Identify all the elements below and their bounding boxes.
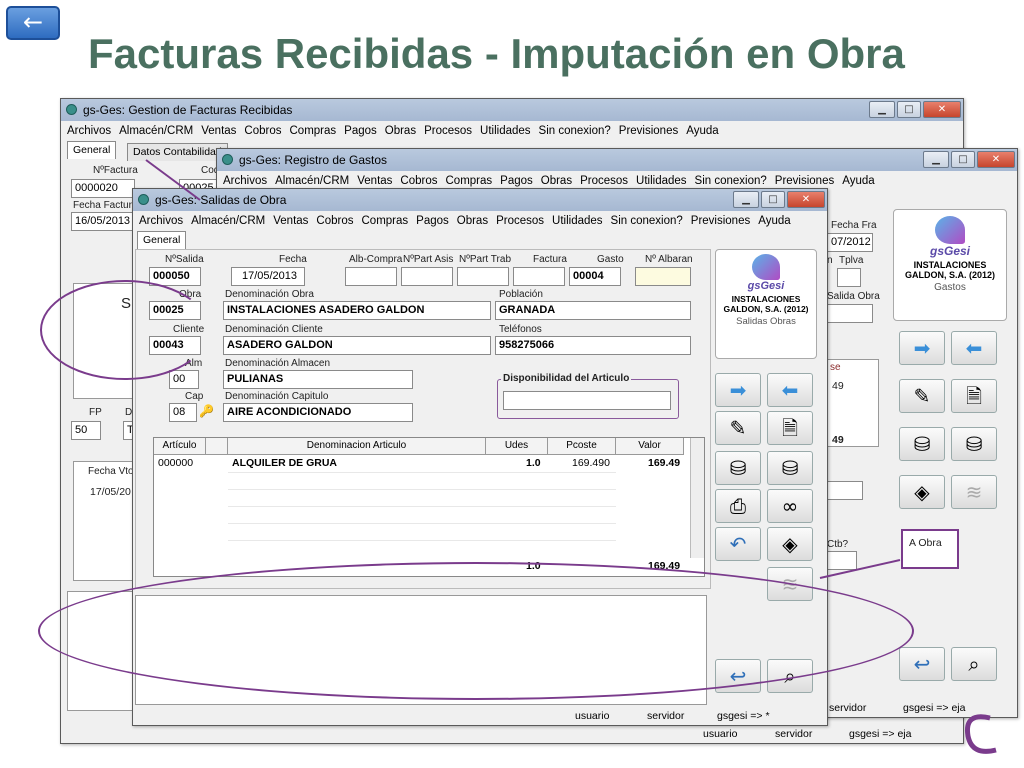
callout-line-aobra — [819, 559, 901, 579]
callout-line-tab — [145, 159, 201, 201]
corner-swirl-icon — [964, 714, 997, 754]
callout-lines — [145, 159, 997, 754]
